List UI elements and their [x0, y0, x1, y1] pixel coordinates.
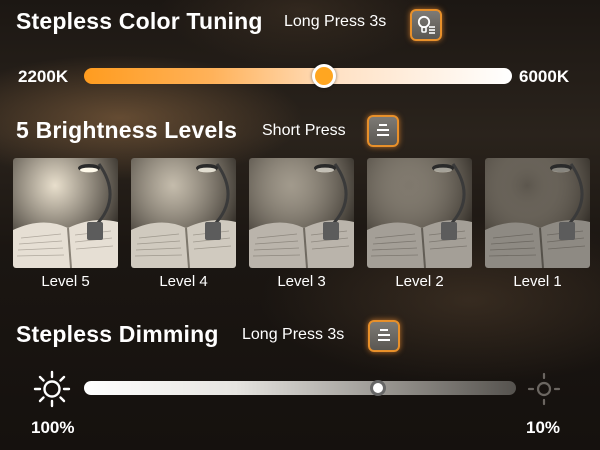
book-lamp-image: [485, 158, 590, 268]
book-lamp-image: [249, 158, 354, 268]
color-min-label: 2200K: [18, 67, 69, 86]
brightness-levels-title: 5 Brightness Levels: [16, 117, 238, 143]
level-card[interactable]: [249, 158, 354, 268]
book-lamp-image: [13, 158, 118, 268]
dimming-max-label: 100%: [31, 418, 75, 437]
dimming-title: Stepless Dimming: [16, 321, 219, 347]
level-card[interactable]: [367, 158, 472, 268]
dimming-hint: Long Press 3s: [242, 326, 345, 343]
color-slider-handle[interactable]: [311, 64, 336, 88]
menu-lines-icon: [374, 326, 394, 346]
color-max-label: 6000K: [519, 67, 570, 86]
color-tuning-button[interactable]: [410, 9, 442, 41]
book-lamp-image: [131, 158, 236, 268]
level-label: Level 4: [159, 273, 208, 290]
sun-bright-icon: [33, 370, 71, 413]
brightness-levels-hint: Short Press: [262, 122, 346, 139]
dimming-button[interactable]: [368, 320, 400, 352]
level-label: Level 1: [513, 273, 562, 290]
color-tuning-title: Stepless Color Tuning: [16, 8, 263, 34]
bulb-list-icon: [415, 14, 437, 36]
dimming-slider[interactable]: [84, 381, 516, 395]
color-temperature-slider[interactable]: [84, 68, 512, 84]
level-card[interactable]: [13, 158, 118, 268]
level-card[interactable]: [485, 158, 590, 268]
level-card[interactable]: [131, 158, 236, 268]
level-label: Level 5: [41, 273, 90, 290]
menu-lines-icon: [373, 121, 393, 141]
color-tuning-hint: Long Press 3s: [284, 13, 387, 30]
dimming-slider-handle[interactable]: [369, 380, 386, 396]
brightness-levels-button[interactable]: [367, 115, 399, 147]
book-lamp-image: [367, 158, 472, 268]
level-label: Level 2: [395, 273, 444, 290]
level-label: Level 3: [277, 273, 326, 290]
sun-dim-icon: [527, 372, 561, 411]
dimming-min-label: 10%: [526, 418, 561, 437]
